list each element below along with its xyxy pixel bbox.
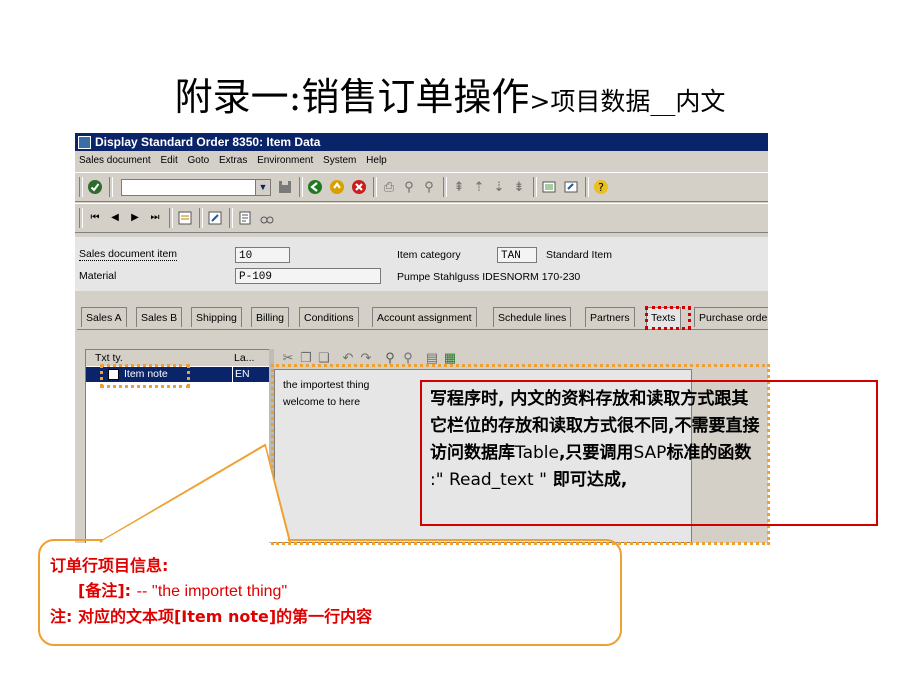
callout-text: 订单行项目信息: [备注]: -- ''the importet thing" … [50,553,372,629]
callout-line-3: 注: 对应的文本项[Item note]的第一行内容 [50,607,373,626]
callout-line-2: [备注]: -- ''the importet thing" [78,581,288,600]
callout-line-1: 订单行项目信息: [50,556,169,575]
